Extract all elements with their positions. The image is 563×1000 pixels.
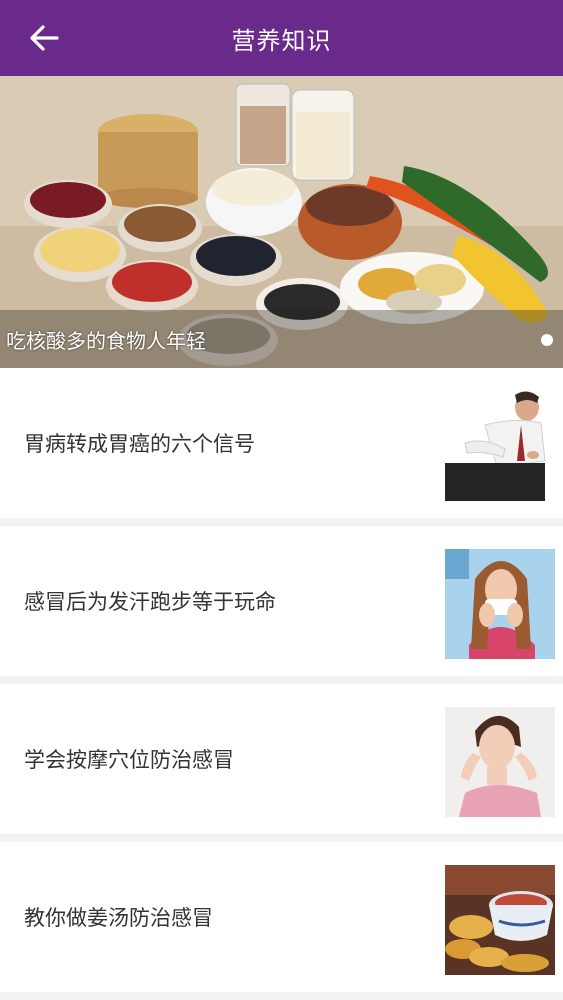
- banner-caption: 吃核酸多的食物人年轻: [6, 329, 206, 353]
- list-item[interactable]: 感冒后为发汗跑步等于玩命: [0, 526, 563, 676]
- article-title: 感冒后为发汗跑步等于玩命: [24, 590, 276, 614]
- banner-carousel[interactable]: 吃核酸多的食物人年轻: [0, 76, 563, 368]
- man-stomach-pain-image: [445, 391, 555, 501]
- article-title: 胃病转成胃癌的六个信号: [24, 432, 255, 456]
- carousel-indicator-dot[interactable]: [541, 334, 553, 346]
- ginger-soup-image: [445, 865, 555, 975]
- article-title: 学会按摩穴位防治感冒: [24, 748, 234, 772]
- article-title: 教你做姜汤防治感冒: [24, 906, 213, 930]
- list-item[interactable]: 胃病转成胃癌的六个信号: [0, 368, 563, 518]
- page-title: 营养知识: [231, 26, 332, 55]
- back-button[interactable]: [22, 18, 66, 58]
- woman-headache-image: [445, 707, 555, 817]
- list-item[interactable]: 教你做姜汤防治感冒: [0, 842, 563, 992]
- list-item[interactable]: 学会按摩穴位防治感冒: [0, 684, 563, 834]
- arrow-left-icon: [30, 25, 59, 51]
- article-list: 胃病转成胃癌的六个信号 感冒后为发汗跑步等于玩命 学会按摩穴位防治感冒 教你做姜…: [0, 368, 563, 1000]
- woman-sneezing-image: [445, 549, 555, 659]
- app-header: 营养知识: [0, 0, 563, 76]
